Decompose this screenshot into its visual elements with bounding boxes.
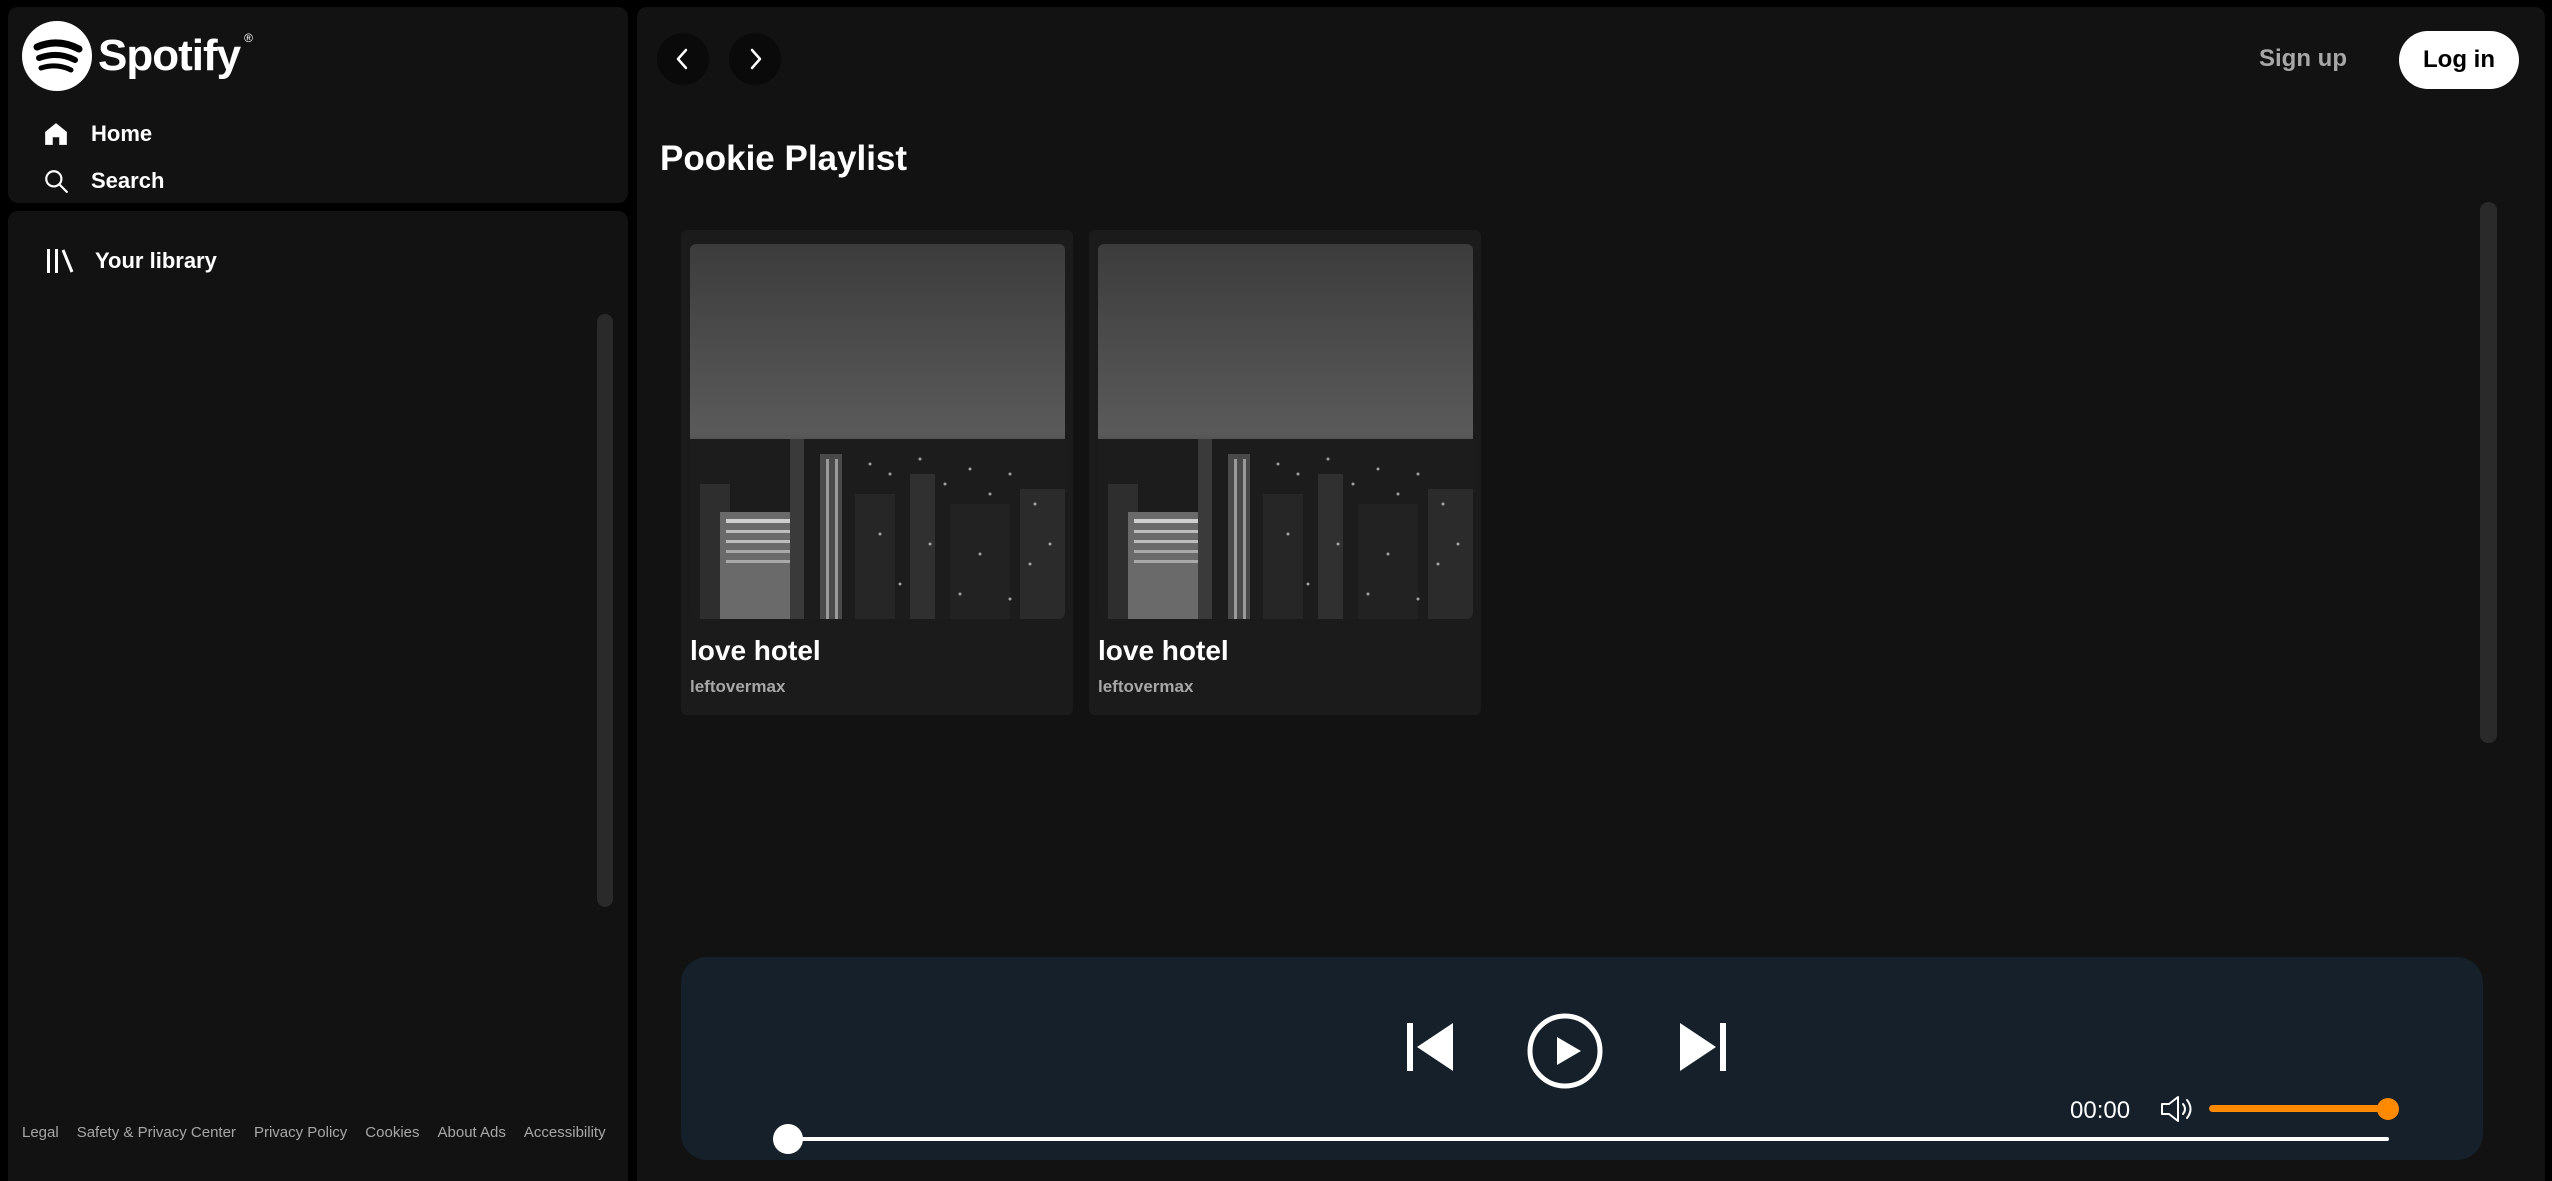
track-artist: leftovermax bbox=[1098, 677, 1194, 696]
page-title: Pookie Playlist bbox=[660, 139, 908, 178]
skip-previous-icon bbox=[1407, 1023, 1453, 1071]
track-artist: leftovermax bbox=[690, 677, 786, 696]
spotify-logo[interactable]: Spotify ® bbox=[22, 21, 253, 91]
track-cover bbox=[1098, 244, 1473, 619]
track-card[interactable]: love hotel leftovermax bbox=[1089, 230, 1481, 715]
track-card[interactable]: love hotel leftovermax bbox=[681, 230, 1073, 715]
volume-slider-handle[interactable] bbox=[2377, 1098, 2399, 1120]
brand-registered: ® bbox=[244, 31, 253, 45]
chevron-left-icon bbox=[676, 48, 688, 70]
library-button[interactable]: Your library bbox=[45, 247, 217, 275]
footer-link-safety[interactable]: Safety & Privacy Center bbox=[77, 1124, 236, 1141]
library-title: Your library bbox=[95, 248, 217, 273]
library-scrollbar[interactable] bbox=[597, 314, 613, 907]
footer-link-cookies[interactable]: Cookies bbox=[365, 1124, 419, 1141]
sidebar-nav-panel: Spotify ® Home Search bbox=[8, 7, 628, 203]
back-button[interactable] bbox=[657, 33, 709, 85]
track-title: love hotel bbox=[1098, 635, 1229, 666]
footer-link-accessibility[interactable]: Accessibility bbox=[524, 1124, 606, 1141]
nav-search[interactable]: Search bbox=[43, 168, 164, 194]
volume-button[interactable] bbox=[2160, 1094, 2196, 1129]
search-icon bbox=[45, 170, 68, 193]
progress-handle[interactable] bbox=[773, 1124, 803, 1154]
play-icon bbox=[1527, 1013, 1603, 1089]
progress-bar[interactable] bbox=[785, 1137, 2389, 1141]
brand-name: Spotify bbox=[98, 31, 241, 80]
login-button[interactable]: Log in bbox=[2399, 31, 2519, 89]
signup-button[interactable]: Sign up bbox=[2259, 45, 2347, 73]
main-panel: Sign up Log in Pookie Playlist love hote… bbox=[637, 7, 2545, 1181]
library-panel: Your library Legal Safety & Privacy Cent… bbox=[8, 211, 628, 1181]
chevron-right-icon bbox=[750, 48, 762, 70]
library-icon bbox=[47, 249, 74, 273]
next-button[interactable] bbox=[1676, 1021, 1728, 1078]
track-cover bbox=[690, 244, 1065, 619]
footer-links: Legal Safety & Privacy Center Privacy Po… bbox=[22, 1124, 606, 1141]
card-grid: love hotel leftovermax love hotel leftov… bbox=[681, 230, 1481, 715]
main-scrollbar[interactable] bbox=[2480, 202, 2497, 743]
footer-link-about-ads[interactable]: About Ads bbox=[438, 1124, 506, 1141]
skip-next-icon bbox=[1680, 1023, 1726, 1071]
volume-slider[interactable] bbox=[2209, 1105, 2387, 1112]
previous-button[interactable] bbox=[1405, 1021, 1457, 1078]
nav-home[interactable]: Home bbox=[43, 121, 152, 147]
forward-button[interactable] bbox=[729, 33, 781, 85]
footer-link-legal[interactable]: Legal bbox=[22, 1124, 59, 1141]
nav-home-label: Home bbox=[91, 121, 153, 146]
play-button[interactable] bbox=[1527, 1013, 1603, 1094]
nav-search-label: Search bbox=[91, 168, 165, 193]
footer-link-privacy[interactable]: Privacy Policy bbox=[254, 1124, 347, 1141]
home-icon bbox=[45, 123, 67, 145]
volume-icon bbox=[2161, 1096, 2192, 1122]
current-time: 00:00 bbox=[2070, 1097, 2131, 1124]
track-title: love hotel bbox=[690, 635, 821, 666]
player-bar: 00:00 bbox=[681, 957, 2483, 1160]
spotify-logo-icon bbox=[22, 21, 92, 91]
